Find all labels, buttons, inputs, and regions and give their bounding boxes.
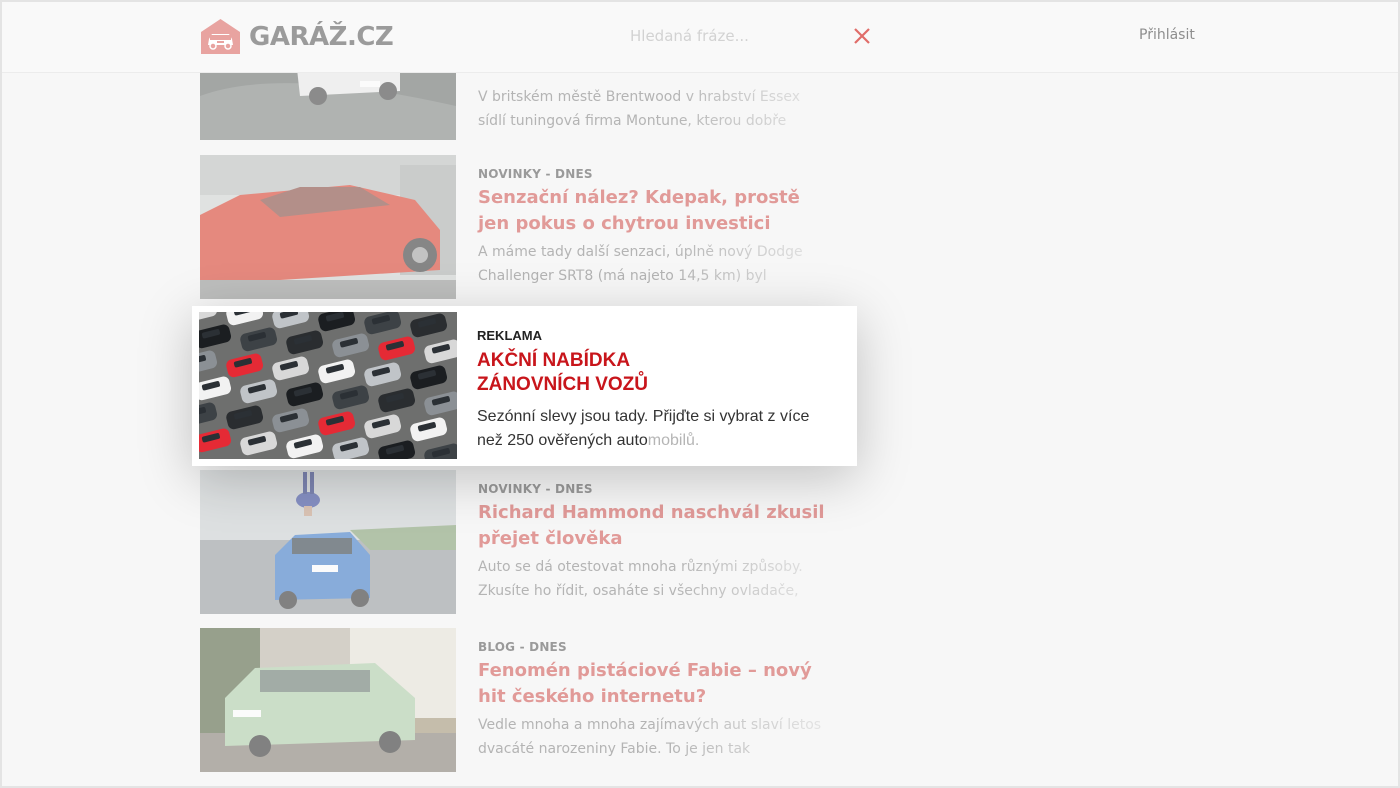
login-link[interactable]: Přihlásit [1139, 27, 1195, 43]
article-item[interactable]: BLOG - DNES Fenomén pistáciové Fabie – n… [200, 628, 840, 774]
article-description: A máme tady další senzaci, úplně nový Do… [478, 244, 803, 284]
article-category: BLOG - DNES [478, 640, 567, 654]
logo-text: GARÁŽ.CZ [249, 21, 394, 52]
ad-description-fade: mobilů. [647, 432, 700, 449]
ad-title[interactable]: AKČNÍ NABÍDKA ZÁNOVNÍCH VOZŮ [477, 349, 837, 397]
article-description: Vedle mnoha a mnoha zajímavých aut slaví… [478, 717, 822, 757]
garage-car-icon [201, 19, 240, 54]
article-description: Auto se dá otestovat mnoha různými způso… [478, 559, 803, 599]
article-thumbnail [200, 470, 456, 614]
ad-image [199, 312, 457, 459]
article-thumbnail [200, 155, 456, 299]
article-category: NOVINKY - DNES [478, 167, 593, 181]
ad-label: REKLAMA [477, 328, 542, 343]
article-title[interactable]: Senzační nález? Kdepak, prostě jen pokus… [478, 185, 828, 237]
site-logo[interactable]: GARÁŽ.CZ [200, 18, 394, 55]
article-title[interactable]: Richard Hammond naschvál zkusil přejet č… [478, 500, 828, 552]
site-header: GARÁŽ.CZ Přihlásit [0, 0, 1400, 73]
article-item[interactable]: NOVINKY - DNES Senzační nález? Kdepak, p… [200, 155, 840, 301]
search-input[interactable] [622, 18, 848, 54]
article-title[interactable]: Fenomén pistáciové Fabie – nový hit česk… [478, 658, 828, 710]
ad-description: Sezónní slevy jsou tady. Přijďte si vybr… [477, 405, 837, 453]
ad-description-text: Sezónní slevy jsou tady. Přijďte si vybr… [477, 408, 810, 449]
article-category: NOVINKY - DNES [478, 482, 593, 496]
article-thumbnail [200, 628, 456, 772]
close-icon[interactable] [851, 25, 873, 47]
article-description: V britském městě Brentwood v hrabství Es… [478, 89, 801, 129]
article-item[interactable]: NOVINKY - DNES Richard Hammond naschvál … [200, 470, 840, 616]
ad-banner[interactable]: REKLAMA AKČNÍ NABÍDKA ZÁNOVNÍCH VOZŮ Sez… [192, 306, 857, 466]
